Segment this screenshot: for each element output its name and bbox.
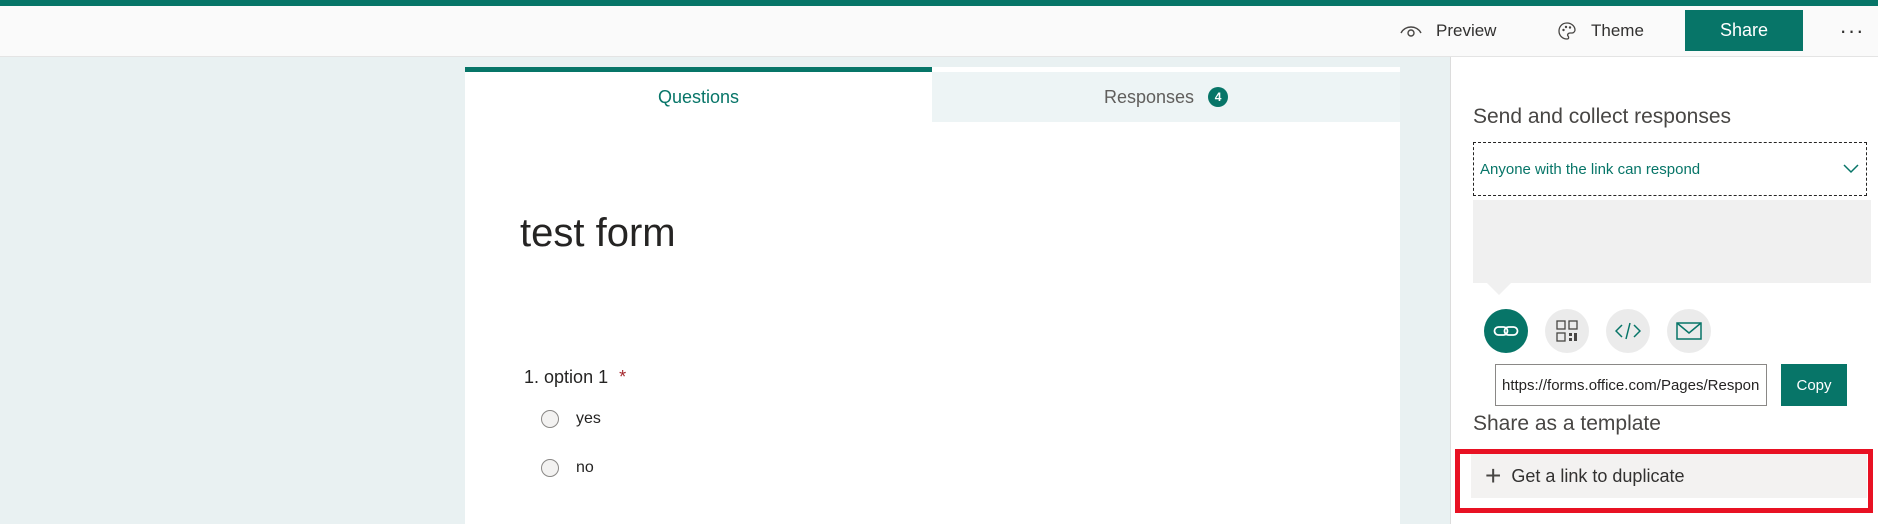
preview-label: Preview bbox=[1436, 21, 1497, 40]
radio-button[interactable] bbox=[541, 410, 559, 428]
radio-button[interactable] bbox=[541, 459, 559, 477]
embed-code-icon bbox=[1615, 322, 1641, 340]
eye-icon bbox=[1400, 26, 1422, 37]
callout-arrow bbox=[1487, 283, 1511, 295]
qr-code-icon bbox=[1556, 320, 1578, 342]
palette-icon bbox=[1558, 22, 1576, 40]
theme-label: Theme bbox=[1591, 21, 1644, 40]
option-label: no bbox=[576, 459, 594, 476]
tab-responses[interactable]: Responses 4 bbox=[932, 72, 1400, 122]
tab-responses-label: Responses bbox=[1103, 86, 1195, 107]
share-email-button[interactable] bbox=[1667, 309, 1711, 353]
question-title[interactable]: 1. option 1 * bbox=[524, 367, 626, 388]
share-template-heading: Share as a template bbox=[1473, 412, 1661, 435]
option-yes[interactable]: yes bbox=[541, 410, 601, 428]
option-no[interactable]: no bbox=[541, 459, 594, 477]
tab-questions[interactable]: Questions bbox=[465, 67, 932, 122]
more-options-button[interactable]: ··· bbox=[1832, 10, 1872, 51]
top-toolbar: Preview Theme Share ··· bbox=[0, 6, 1878, 57]
highlight-box bbox=[1455, 449, 1873, 513]
form-card: Questions Responses 4 test form 1. optio… bbox=[465, 67, 1400, 524]
send-collect-heading: Send and collect responses bbox=[1473, 105, 1731, 128]
audience-selected-value: Anyone with the link can respond bbox=[1480, 160, 1701, 178]
question-text: option 1 bbox=[544, 367, 609, 387]
mail-icon bbox=[1676, 322, 1702, 340]
share-link-button[interactable] bbox=[1484, 309, 1528, 353]
form-title[interactable]: test form bbox=[520, 211, 676, 256]
share-qr-button[interactable] bbox=[1545, 309, 1589, 353]
responses-count-badge: 4 bbox=[1208, 87, 1229, 107]
link-icon bbox=[1493, 326, 1519, 336]
option-label: yes bbox=[576, 410, 601, 427]
tab-questions-label: Questions bbox=[657, 86, 740, 107]
share-embed-button[interactable] bbox=[1606, 309, 1650, 353]
copy-button[interactable]: Copy bbox=[1781, 364, 1847, 406]
chevron-down-icon bbox=[1843, 164, 1859, 174]
question-number: 1. bbox=[524, 367, 540, 387]
audience-dropdown[interactable]: Anyone with the link can respond bbox=[1473, 142, 1867, 196]
link-share-box: Copy bbox=[1473, 200, 1871, 406]
preview-button[interactable]: Preview bbox=[1400, 6, 1496, 56]
send-panel: Send and collect responses Anyone with t… bbox=[1450, 57, 1878, 524]
theme-button[interactable]: Theme bbox=[1557, 6, 1644, 56]
required-mark: * bbox=[619, 367, 627, 387]
share-button[interactable]: Share bbox=[1685, 10, 1803, 51]
share-link-input[interactable] bbox=[1495, 364, 1767, 406]
